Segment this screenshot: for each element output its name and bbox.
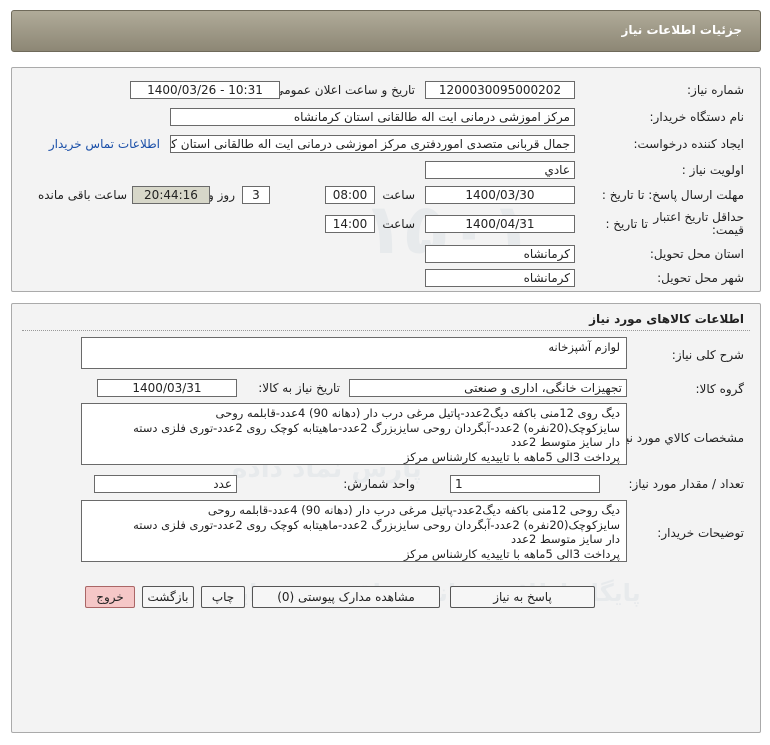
buyer-org-label: نام دستگاه خریدار:: [649, 110, 745, 124]
quantity-field: 1: [450, 475, 600, 493]
validity-time-label: ساعت: [382, 217, 415, 231]
buyer-notes-label: توضیحات خریدار:: [657, 526, 744, 540]
exit-button[interactable]: خروج: [85, 586, 135, 608]
deadline-time-label: ساعت: [382, 188, 415, 202]
requester-field: جمال قربانی متصدی اموردفتری مرکز اموزشی …: [170, 135, 575, 153]
need-date-field: 1400/03/31: [97, 379, 237, 397]
days-label: روز و: [208, 188, 235, 202]
page-title: جزئیات اطلاعات نیاز: [621, 23, 742, 37]
deadline-date-field: 1400/03/30: [425, 186, 575, 204]
validity-date-field: 1400/04/31: [425, 215, 575, 233]
back-button[interactable]: بازگشت: [142, 586, 194, 608]
remaining-time-field: 20:44:16: [132, 186, 210, 204]
unit-field: عدد: [94, 475, 237, 493]
remaining-time-label: ساعت باقی مانده: [37, 188, 127, 202]
days-remaining-field: 3: [242, 186, 270, 204]
delivery-city-field: کرمانشاه: [425, 269, 575, 287]
unit-label: واحد شمارش:: [343, 477, 415, 491]
general-desc-field: لوازم آشپزخانه: [81, 337, 627, 369]
requester-label: ایجاد کننده درخواست:: [633, 137, 744, 151]
goods-section-title: اطلاعات کالاهای مورد نیاز: [589, 312, 744, 326]
deadline-label: مهلت ارسال پاسخ: تا تاریخ :: [601, 188, 744, 202]
buyer-notes-field: دیگ روحی 12منی باکفه دیگ2عدد-پاتیل مرغی …: [81, 500, 627, 562]
reply-button[interactable]: پاسخ به نیاز: [450, 586, 595, 608]
deadline-time-field: 08:00: [325, 186, 375, 204]
goods-group-label: گروه کالا:: [695, 382, 745, 396]
need-number-field: 1200030095000202: [425, 81, 575, 99]
priority-label: اولویت نیاز :: [681, 163, 744, 177]
validity-label-2: قیمت:: [711, 223, 744, 237]
attachments-button[interactable]: مشاهده مدارک پیوستی (0): [252, 586, 440, 608]
need-number-label: شماره نیاز:: [687, 83, 744, 97]
buyer-org-field: مرکز اموزشی درمانی ایت اله طالقانی استان…: [170, 108, 575, 126]
goods-group-field: تجهیزات خانگی، اداری و صنعتی: [349, 379, 627, 397]
announce-date-field: 1400/03/26 - 10:31: [130, 81, 280, 99]
goods-info-panel: پارس نماد داده پایگاه اطلاع رسانی مناقصه…: [11, 303, 761, 733]
quantity-label: تعداد / مقدار مورد نیاز:: [628, 477, 744, 491]
buyer-contact-link[interactable]: اطلاعات تماس خریدار: [49, 137, 160, 151]
need-info-panel: ۱۵۰۱ شماره نیاز: 1200030095000202 تاریخ …: [11, 67, 761, 292]
validity-label-1: حداقل تاریخ اعتبار: [653, 210, 744, 224]
priority-field: عادي: [425, 161, 575, 179]
delivery-province-label: استان محل تحویل:: [649, 247, 744, 261]
announce-date-label: تاریخ و ساعت اعلان عمومی:: [270, 83, 415, 97]
need-date-label: تاریخ نیاز به کالا:: [258, 381, 340, 395]
specs-field: دیگ روی 12منی باکفه دیگ2عدد-پاتیل مرغی د…: [81, 403, 627, 465]
validity-time-field: 14:00: [325, 215, 375, 233]
general-desc-label: شرح کلی نیاز:: [671, 348, 744, 362]
specs-label: مشخصات کالاي مورد نياز:: [612, 431, 744, 445]
delivery-city-label: شهر محل تحویل:: [657, 271, 744, 285]
section-divider: [22, 330, 750, 331]
delivery-province-field: کرمانشاه: [425, 245, 575, 263]
validity-to-label: تا تاریخ :: [605, 217, 648, 231]
page-title-bar: جزئیات اطلاعات نیاز: [11, 10, 761, 52]
print-button[interactable]: چاپ: [201, 586, 245, 608]
